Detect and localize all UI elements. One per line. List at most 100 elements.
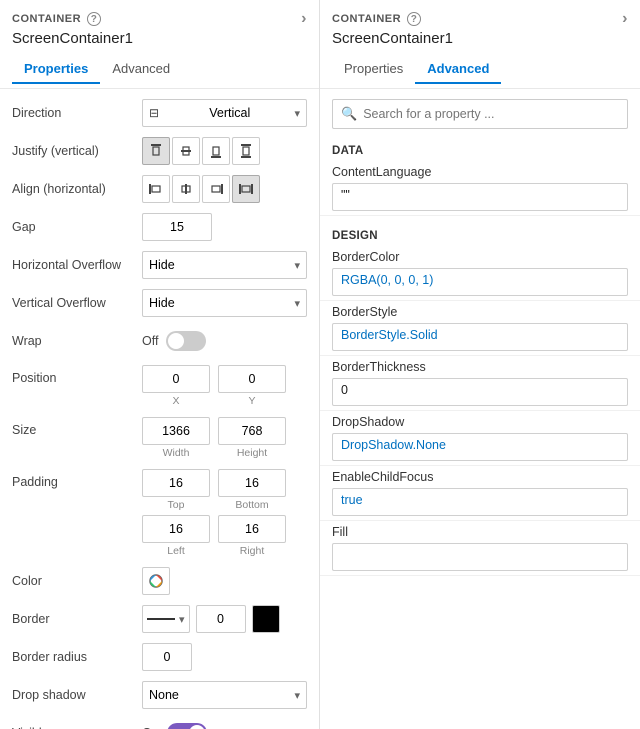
visible-toggle[interactable] — [167, 723, 207, 729]
border-color-value[interactable]: RGBA(0, 0, 0, 1) — [332, 268, 628, 296]
position-y-input[interactable] — [218, 365, 286, 393]
enable-child-focus-label: EnableChildFocus — [332, 470, 628, 484]
padding-row: Padding Top Bottom — [12, 469, 307, 557]
border-radius-input[interactable] — [142, 643, 192, 671]
left-panel-type-row: CONTAINER ? › — [12, 10, 307, 28]
border-width-input[interactable] — [196, 605, 246, 633]
padding-right-input[interactable] — [218, 515, 286, 543]
design-section-header: DESIGN — [320, 224, 640, 246]
padding-bottom-input[interactable] — [218, 469, 286, 497]
border-color-item: BorderColor RGBA(0, 0, 0, 1) — [320, 246, 640, 301]
border-style-label: BorderStyle — [332, 305, 628, 319]
size-row: Size Width Height — [12, 417, 307, 459]
visible-toggle-row: On — [142, 723, 207, 729]
right-chevron-icon[interactable]: › — [622, 10, 628, 28]
padding-left-input[interactable] — [142, 515, 210, 543]
gap-input[interactable] — [142, 213, 212, 241]
fill-value[interactable] — [332, 543, 628, 571]
size-width-input[interactable] — [142, 417, 210, 445]
justify-stretch-btn[interactable] — [232, 137, 260, 165]
left-chevron-icon[interactable]: › — [301, 10, 307, 28]
position-x-input[interactable] — [142, 365, 210, 393]
size-label: Size — [12, 417, 142, 437]
position-label: Position — [12, 365, 142, 385]
tab-advanced-right[interactable]: Advanced — [415, 55, 501, 84]
drop-shadow-chevron: ▾ — [294, 689, 300, 702]
right-help-icon[interactable]: ? — [407, 12, 421, 26]
size-width-group: Width — [142, 417, 210, 459]
enable-child-focus-value[interactable]: true — [332, 488, 628, 516]
h-overflow-value: Hide — [149, 258, 175, 272]
align-left-btn[interactable] — [142, 175, 170, 203]
size-control: Width Height — [142, 417, 307, 459]
tab-properties-left[interactable]: Properties — [12, 55, 100, 84]
align-btn-group — [142, 175, 260, 203]
padding-bottom-group: Bottom — [218, 469, 286, 511]
align-stretch-btn[interactable] — [232, 175, 260, 203]
justify-label: Justify (vertical) — [12, 144, 142, 158]
padding-top-input[interactable] — [142, 469, 210, 497]
left-help-icon[interactable]: ? — [87, 12, 101, 26]
border-color-label: BorderColor — [332, 250, 628, 264]
direction-select[interactable]: ⊟ Vertical ▾ — [142, 99, 307, 127]
tab-properties-right[interactable]: Properties — [332, 55, 415, 84]
border-color-swatch[interactable] — [252, 605, 280, 633]
search-icon: 🔍 — [341, 106, 357, 122]
right-panel-content: DATA ContentLanguage "" DESIGN BorderCol… — [320, 139, 640, 729]
align-label: Align (horizontal) — [12, 182, 142, 196]
position-x-label: X — [172, 395, 179, 407]
justify-bottom-btn[interactable] — [202, 137, 230, 165]
border-thickness-item: BorderThickness 0 — [320, 356, 640, 411]
right-panel-header: CONTAINER ? › ScreenContainer1 Propertie… — [320, 0, 640, 89]
fill-item: Fill — [320, 521, 640, 576]
left-panel-name: ScreenContainer1 — [12, 30, 307, 47]
drop-shadow-select[interactable]: None ▾ — [142, 681, 307, 709]
visible-control: On — [142, 723, 307, 729]
position-control: X Y — [142, 365, 307, 407]
border-thickness-value[interactable]: 0 — [332, 378, 628, 406]
v-overflow-select[interactable]: Hide ▾ — [142, 289, 307, 317]
left-panel-header: CONTAINER ? › ScreenContainer1 Propertie… — [0, 0, 319, 89]
border-row: Border ▾ — [12, 605, 307, 633]
wrap-toggle[interactable] — [166, 331, 206, 351]
left-panel: CONTAINER ? › ScreenContainer1 Propertie… — [0, 0, 320, 729]
drop-shadow-value-right[interactable]: DropShadow.None — [332, 433, 628, 461]
justify-top-btn[interactable] — [142, 137, 170, 165]
justify-row: Justify (vertical) — [12, 137, 307, 165]
padding-right-label: Right — [240, 545, 265, 557]
color-picker-btn[interactable] — [142, 567, 170, 595]
border-radius-row: Border radius — [12, 643, 307, 671]
data-section-header: DATA — [320, 139, 640, 161]
border-style-item: BorderStyle BorderStyle.Solid — [320, 301, 640, 356]
content-language-value[interactable]: "" — [332, 183, 628, 211]
drop-shadow-label: Drop shadow — [12, 688, 142, 702]
direction-chevron: ▾ — [294, 107, 300, 120]
visible-row: Visible On — [12, 719, 307, 729]
justify-middle-btn[interactable] — [172, 137, 200, 165]
border-style-value[interactable]: BorderStyle.Solid — [332, 323, 628, 351]
position-y-group: Y — [218, 365, 286, 407]
direction-icon: ⊟ — [149, 106, 159, 120]
tab-advanced-left[interactable]: Advanced — [100, 55, 182, 84]
v-overflow-row: Vertical Overflow Hide ▾ — [12, 289, 307, 317]
align-center-btn[interactable] — [172, 175, 200, 203]
border-thickness-label: BorderThickness — [332, 360, 628, 374]
color-picker-icon — [148, 573, 164, 589]
border-style-dropdown[interactable]: ▾ — [142, 605, 190, 633]
v-overflow-chevron: ▾ — [294, 297, 300, 310]
align-right-btn[interactable] — [202, 175, 230, 203]
border-style-chevron: ▾ — [179, 613, 185, 626]
h-overflow-select[interactable]: Hide ▾ — [142, 251, 307, 279]
border-line-preview — [147, 618, 175, 620]
size-height-input[interactable] — [218, 417, 286, 445]
right-panel: CONTAINER ? › ScreenContainer1 Propertie… — [320, 0, 640, 729]
direction-label: Direction — [12, 106, 142, 120]
direction-value: Vertical — [209, 106, 250, 120]
v-overflow-value: Hide — [149, 296, 175, 310]
drop-shadow-row: Drop shadow None ▾ — [12, 681, 307, 709]
padding-control: Top Bottom Left — [142, 469, 307, 557]
property-search-input[interactable] — [363, 107, 619, 121]
align-row: Align (horizontal) — [12, 175, 307, 203]
position-row: Position X Y — [12, 365, 307, 407]
padding-top-label: Top — [168, 499, 185, 511]
